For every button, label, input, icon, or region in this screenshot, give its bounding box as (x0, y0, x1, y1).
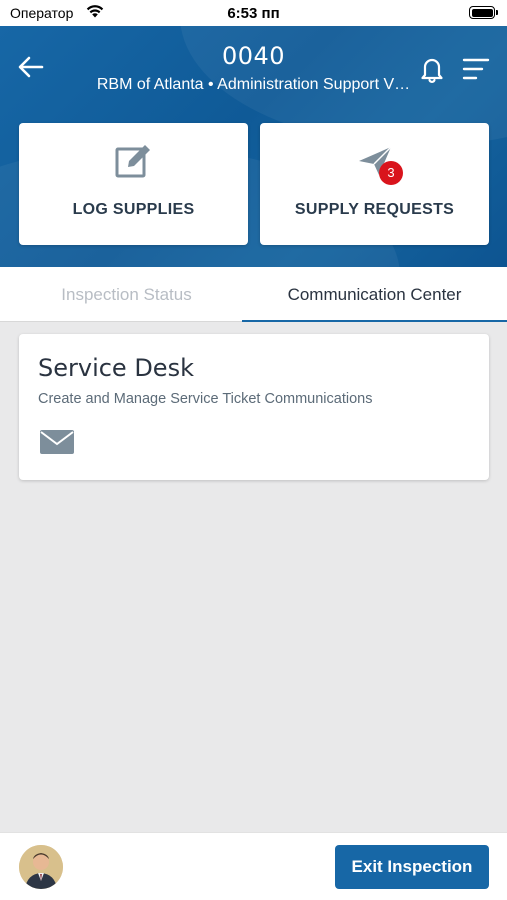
service-desk-card[interactable]: Service Desk Create and Manage Service T… (19, 334, 489, 480)
user-avatar[interactable] (19, 845, 63, 889)
page-subtitle: RBM of Atlanta • Administration Support … (96, 76, 411, 93)
tab-bar: Inspection Status Communication Center (0, 267, 507, 323)
log-supplies-label: LOG SUPPLIES (72, 201, 195, 218)
supply-requests-label: SUPPLY REQUESTS (294, 201, 455, 218)
edit-icon (115, 143, 152, 178)
status-bar: Оператор 6:53 пп (0, 0, 507, 26)
log-supplies-button[interactable]: LOG SUPPLIES (19, 123, 248, 245)
supply-requests-badge: 3 (379, 161, 403, 185)
supply-requests-button[interactable]: 3 SUPPLY REQUESTS (260, 123, 489, 245)
menu-icon (462, 58, 490, 80)
tab-communication-center[interactable]: Communication Center (242, 267, 507, 323)
notifications-button[interactable] (417, 54, 447, 84)
bell-icon (421, 58, 443, 83)
clock: 6:53 пп (227, 5, 280, 22)
footer: Exit Inspection (0, 832, 507, 900)
service-desk-title: Service Desk (38, 354, 194, 382)
exit-inspection-button[interactable]: Exit Inspection (335, 845, 489, 889)
tab-inspection-status[interactable]: Inspection Status (0, 267, 253, 322)
menu-button[interactable] (461, 56, 491, 82)
avatar-image (19, 845, 63, 889)
envelope-icon (40, 430, 74, 454)
battery-icon (469, 6, 498, 19)
content-area: Service Desk Create and Manage Service T… (0, 322, 507, 832)
header: 0040 RBM of Atlanta • Administration Sup… (0, 26, 507, 267)
service-desk-description: Create and Manage Service Ticket Communi… (38, 391, 373, 407)
